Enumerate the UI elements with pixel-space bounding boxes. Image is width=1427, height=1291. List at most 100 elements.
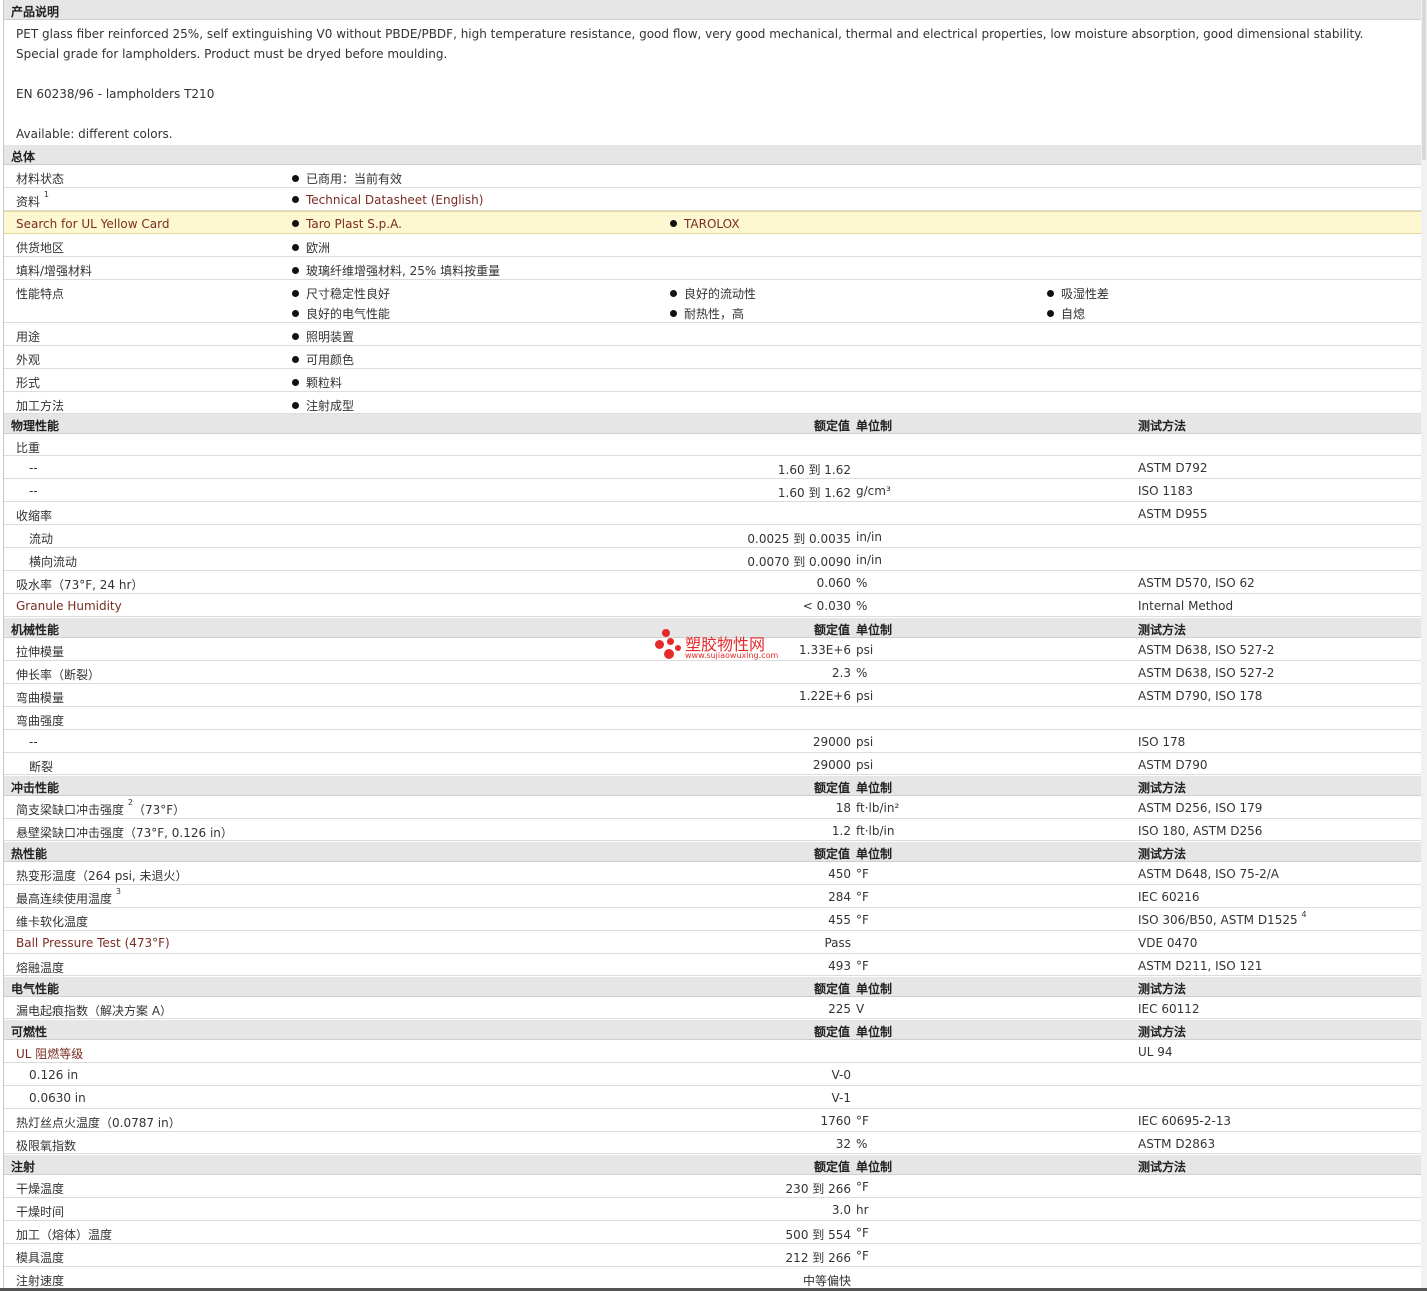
tradename-link[interactable]: TAROLOX: [684, 217, 740, 231]
bullet-icon: [1047, 310, 1054, 317]
property-row: -- 1.60 到 1.62 ASTM D792: [4, 456, 1422, 479]
property-row: 注射速度 中等偏快: [4, 1267, 1422, 1290]
property-row: 吸水率（73°F, 24 hr） 0.060% ASTM D570, ISO 62: [4, 571, 1422, 594]
bullet-icon: [292, 175, 299, 182]
property-row: 漏电起痕指数（解决方案 A） 225 V IEC 60112: [4, 997, 1422, 1019]
bullet-icon: [292, 220, 299, 227]
general-row-docs: 资料 1 Technical Datasheet (English): [4, 188, 1422, 211]
column-header-nominal: 额定值: [813, 623, 850, 637]
property-unit: V: [856, 1002, 865, 1016]
property-value: 中等偏快: [802, 1274, 851, 1288]
property-row: 维卡软化温度 455 °F ISO 306/B50, ASTM D1525 4: [4, 908, 1422, 931]
property-label: 漏电起痕指数（解决方案 A）: [16, 1004, 173, 1018]
property-label: 弯曲强度: [16, 714, 65, 728]
property-row: 最高连续使用温度 3 284 °F IEC 60216: [4, 885, 1422, 908]
section-title: 电气性能: [11, 982, 60, 996]
test-method: ISO 1183: [1138, 484, 1193, 498]
description-paragraph: Available: different colors.: [16, 127, 173, 141]
property-unit: in/in: [856, 553, 882, 567]
section-title: 机械性能: [11, 623, 60, 637]
column-header-nominal: 额定值: [813, 781, 850, 795]
section-header-flammability: 可燃性 额定值 单位制 测试方法: [4, 1020, 1422, 1040]
column-header-unit: 单位制: [856, 1025, 893, 1039]
column-header-nominal: 额定值: [813, 1025, 850, 1039]
property-value: 0.0025 到 0.0035: [747, 532, 851, 546]
technical-datasheet-link[interactable]: Technical Datasheet (English): [306, 193, 483, 207]
property-unit: °F: [856, 867, 869, 881]
section-title: 热性能: [11, 847, 48, 861]
supplier-link[interactable]: Taro Plast S.p.A.: [306, 217, 402, 231]
bullet-item: Taro Plast S.p.A.: [292, 217, 402, 231]
bullet-icon: [670, 220, 677, 227]
property-label: --: [29, 735, 38, 749]
property-label[interactable]: Granule Humidity: [16, 599, 122, 613]
property-label: 干燥时间: [16, 1205, 65, 1219]
property-label: --: [29, 461, 38, 475]
bullet-icon: [292, 356, 299, 363]
bullet-item: 注射成型: [292, 397, 354, 414]
property-row: 干燥温度 230 到 266 °F: [4, 1175, 1422, 1198]
general-row-form: 形式 颗粒料: [4, 369, 1422, 392]
property-value: 1.60 到 1.62: [777, 486, 851, 500]
property-row: 0.126 in V-0: [4, 1063, 1422, 1086]
property-label: 熔融温度: [16, 961, 65, 975]
property-label: 拉伸模量: [16, 645, 65, 659]
column-header-unit: 单位制: [856, 781, 893, 795]
bullet-item: 吸湿性差: [1047, 285, 1109, 302]
property-value: 32: [835, 1137, 851, 1151]
property-unit: °F: [856, 1114, 869, 1128]
general-row-region: 供货地区 欧洲: [4, 234, 1422, 257]
test-method: ASTM D792: [1138, 461, 1208, 475]
property-row: 收缩率 ASTM D955: [4, 502, 1422, 525]
property-value: 0.0070 到 0.0090: [747, 555, 851, 569]
bullet-item: TAROLOX: [670, 217, 740, 231]
vertical-scrollbar[interactable]: [1421, 0, 1427, 1291]
property-unit: ft·lb/in²: [856, 801, 900, 815]
property-unit: °F: [856, 890, 869, 904]
section-title: 总体: [11, 150, 36, 164]
property-row: 比重: [4, 434, 1422, 456]
test-method: ASTM D256, ISO 179: [1138, 801, 1263, 815]
column-header-nominal: 额定值: [813, 982, 850, 996]
section-header-impact: 冲击性能 额定值 单位制 测试方法: [4, 776, 1422, 796]
property-value: 212 到 266: [785, 1251, 851, 1265]
test-method: ASTM D955: [1138, 507, 1208, 521]
scrollbar-thumb[interactable]: [1422, 0, 1426, 160]
property-unit: °F: [856, 1180, 869, 1194]
ul-yellow-card-link[interactable]: Search for UL Yellow Card: [16, 217, 169, 231]
property-row: 悬壁梁缺口冲击强度（73°F, 0.126 in） 1.2 ft·lb/in ISO …: [4, 819, 1422, 841]
property-label: 热灯丝点火温度（0.0787 in）: [16, 1116, 181, 1130]
bullet-item: 良好的流动性: [670, 285, 756, 302]
bullet-item: 耐热性，高: [670, 305, 744, 322]
bullet-icon: [670, 290, 677, 297]
property-value: 1.2: [831, 824, 851, 838]
row-label: 用途: [16, 330, 41, 344]
property-label[interactable]: UL 阻燃等级: [16, 1045, 83, 1062]
property-unit: %: [856, 666, 868, 680]
property-label[interactable]: Ball Pressure Test (473°F): [16, 936, 170, 950]
property-label: 伸长率（断裂）: [16, 668, 101, 682]
property-label: 简支梁缺口冲击强度 2（73°F）: [16, 798, 186, 817]
general-row-features: 性能特点 尺寸稳定性良好 良好的流动性 吸湿性差 良好的电气性能 耐热性，高 自…: [4, 280, 1422, 323]
column-header-unit: 单位制: [856, 982, 893, 996]
column-header-nominal: 额定值: [813, 419, 850, 433]
general-row-method: 加工方法 注射成型: [4, 392, 1422, 414]
test-method: ASTM D570, ISO 62: [1138, 576, 1255, 590]
property-label: 横向流动: [29, 555, 78, 569]
property-unit: g/cm³: [856, 484, 891, 498]
column-header-unit: 单位制: [856, 847, 893, 861]
property-value: 29000: [812, 758, 851, 772]
column-header-unit: 单位制: [856, 623, 893, 637]
property-unit: %: [856, 599, 868, 613]
property-label: 极限氧指数: [16, 1139, 77, 1153]
property-unit: %: [856, 1137, 868, 1151]
property-label: 加工（熔体）温度: [16, 1228, 113, 1242]
bullet-icon: [292, 310, 299, 317]
property-row: Ball Pressure Test (473°F) Pass VDE 0470: [4, 931, 1422, 954]
property-label: 弯曲模量: [16, 691, 65, 705]
property-label: --: [29, 484, 38, 498]
row-label: 材料状态: [16, 172, 65, 186]
watermark-url: www.sujiaowuxing.com: [685, 651, 779, 660]
section-header-thermal: 热性能 额定值 单位制 测试方法: [4, 842, 1422, 862]
section-title: 产品说明: [11, 5, 60, 19]
